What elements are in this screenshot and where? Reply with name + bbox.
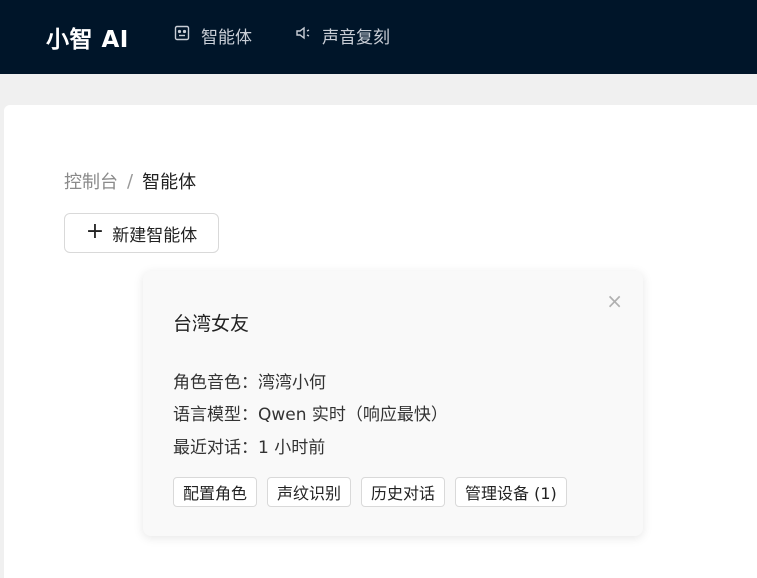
agent-last-chat-row: 最近对话：1 小时前 xyxy=(173,433,325,458)
voiceprint-button[interactable]: 声纹识别 xyxy=(267,477,352,507)
configure-role-button[interactable]: 配置角色 xyxy=(173,477,258,507)
manage-devices-button[interactable]: 管理设备 (1) xyxy=(455,477,567,507)
app-logo[interactable]: 小智 AI xyxy=(46,20,129,54)
agent-name: 台湾女友 xyxy=(173,313,250,335)
last-chat-label: 最近对话： xyxy=(173,438,258,458)
breadcrumb-current: 智能体 xyxy=(142,172,197,193)
model-value: Qwen 实时（响应最快） xyxy=(258,405,448,425)
voice-label: 角色音色： xyxy=(173,373,258,393)
voice-value: 湾湾小何 xyxy=(258,373,326,393)
model-label: 语言模型： xyxy=(173,405,258,425)
nav-item-voice-clone[interactable]: 声音复刻 xyxy=(294,23,390,48)
agent-model-row: 语言模型：Qwen 实时（响应最快） xyxy=(173,400,448,425)
agent-voice-row: 角色音色：湾湾小何 xyxy=(173,368,326,393)
chat-history-button[interactable]: 历史对话 xyxy=(361,477,446,507)
breadcrumb: 控制台 / 智能体 xyxy=(64,168,196,194)
nav-item-agents[interactable]: 智能体 xyxy=(173,23,252,48)
new-agent-label: 新建智能体 xyxy=(112,225,198,246)
speaker-icon xyxy=(294,24,312,47)
top-navigation-bar: 小智 AI 智能体 声音复刻 xyxy=(0,0,757,74)
breadcrumb-console[interactable]: 控制台 xyxy=(64,168,118,194)
close-icon[interactable]: × xyxy=(606,291,623,311)
robot-icon xyxy=(173,24,191,47)
agent-card: × 台湾女友 角色音色：湾湾小何 语言模型：Qwen 实时（响应最快） 最近对话… xyxy=(143,271,643,536)
main-content: 控制台 / 智能体 + 新建智能体 × 台湾女友 角色音色：湾湾小何 语言模型：… xyxy=(4,105,757,578)
new-agent-button[interactable]: + 新建智能体 xyxy=(64,213,219,253)
breadcrumb-separator: / xyxy=(127,170,134,192)
nav-label-voice-clone: 声音复刻 xyxy=(322,27,390,48)
agent-actions: 配置角色 声纹识别 历史对话 管理设备 (1) xyxy=(173,477,567,507)
plus-icon: + xyxy=(85,219,105,244)
nav-label-agents: 智能体 xyxy=(201,27,252,48)
last-chat-value: 1 小时前 xyxy=(258,438,326,458)
